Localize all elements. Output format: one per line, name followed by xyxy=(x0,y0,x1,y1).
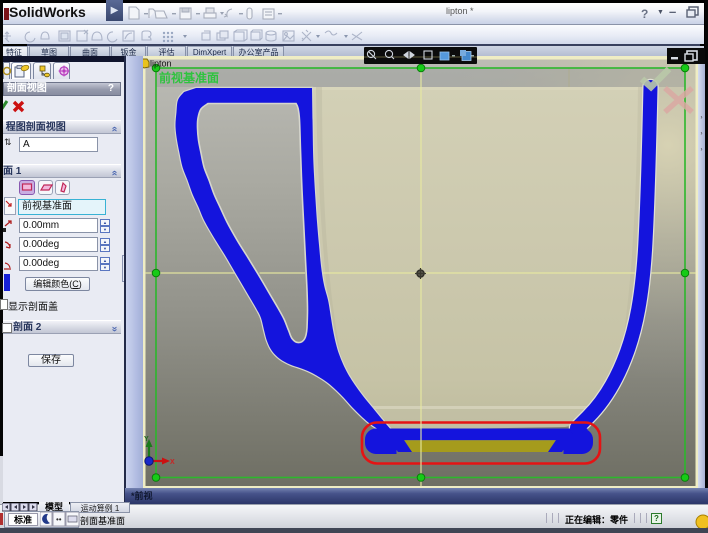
svg-text:X: X xyxy=(170,459,175,466)
svg-text:lipton: lipton xyxy=(150,59,172,69)
svg-text:••: •• xyxy=(56,515,62,524)
svg-text:前视基准面: 前视基准面 xyxy=(159,70,219,85)
